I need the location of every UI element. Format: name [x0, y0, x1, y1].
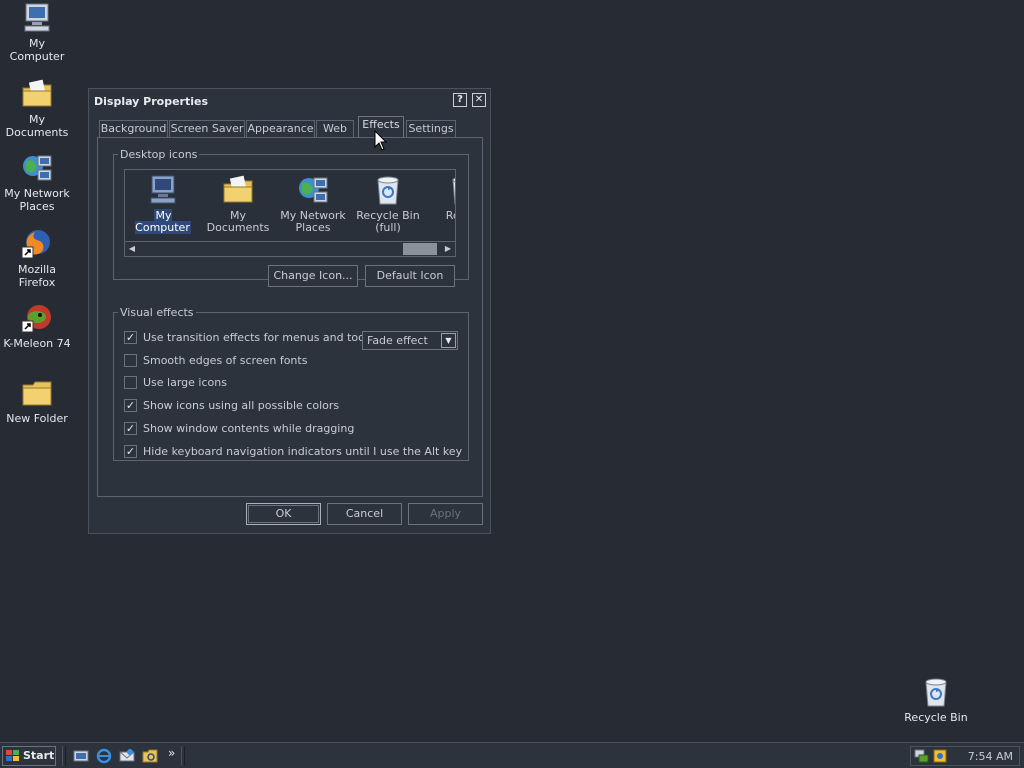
- hide-indicators-checkbox[interactable]: ✓: [124, 445, 137, 458]
- list-item-recycle-bin-full[interactable]: Recycle Bin (full): [350, 174, 426, 234]
- display-properties-dialog: Display Properties ? ✕ Background Screen…: [88, 88, 491, 534]
- apply-button[interactable]: Apply: [408, 503, 483, 525]
- folder-documents-icon: [222, 174, 254, 206]
- help-button[interactable]: ?: [453, 93, 467, 107]
- list-item-label: My Documents: [206, 209, 270, 234]
- quick-launch-overflow-icon[interactable]: »: [168, 746, 175, 760]
- desktop-icon-label: My Computer: [9, 37, 65, 63]
- desktop-icon-new-folder[interactable]: New Folder: [0, 377, 74, 425]
- list-item-label: Recycle Bin (full): [356, 209, 420, 234]
- tab-settings[interactable]: Settings: [406, 120, 456, 138]
- start-button[interactable]: Start: [2, 746, 56, 766]
- option-label: Show icons using all possible colors: [143, 399, 340, 412]
- tab-web[interactable]: Web: [316, 120, 354, 138]
- large-icons-checkbox[interactable]: [124, 376, 137, 389]
- security-tray-icon[interactable]: [932, 748, 948, 764]
- recycle-bin-empty-icon: [447, 174, 455, 206]
- mouse-cursor-icon: [374, 130, 388, 151]
- desktop-icon-label: My Documents: [5, 113, 69, 139]
- desktop-icon-my-documents[interactable]: My Documents: [0, 78, 74, 139]
- scroll-left-icon[interactable]: ◀: [125, 242, 139, 256]
- tab-screen-saver[interactable]: Screen Saver: [169, 120, 245, 138]
- outlook-express-icon[interactable]: [119, 748, 135, 764]
- kmeleon-icon: [21, 302, 53, 334]
- transition-effects-checkbox[interactable]: ✓: [124, 331, 137, 344]
- computer-icon: [147, 174, 179, 206]
- dialog-titlebar[interactable]: Display Properties ? ✕: [91, 91, 488, 111]
- desktop-icon-label: My Network Places: [4, 187, 70, 213]
- scroll-right-icon[interactable]: ▶: [441, 242, 455, 256]
- show-desktop-icon[interactable]: [73, 748, 89, 764]
- network-places-icon: [21, 152, 53, 184]
- list-item-label: My Network Places: [280, 209, 346, 234]
- desktop-icons-legend: Desktop icons: [120, 148, 198, 161]
- icon-list-scrollbar[interactable]: ◀ ▶: [125, 241, 455, 256]
- desktop-icon-label: Recycle Bin: [904, 711, 968, 724]
- explorer-icon[interactable]: [142, 748, 158, 764]
- desktop-icon-list[interactable]: My Computer My Documents My Network Plac…: [124, 169, 456, 257]
- ok-button[interactable]: OK: [246, 503, 321, 525]
- list-item-my-network-places[interactable]: My Network Places: [275, 174, 351, 234]
- option-label: Hide keyboard navigation indicators unti…: [143, 445, 463, 458]
- windows-logo-icon: [6, 750, 20, 762]
- system-tray: 7:54 AM: [910, 746, 1020, 766]
- change-icon-button[interactable]: Change Icon...: [268, 265, 358, 287]
- desktop-icons-group: Desktop icons My Computer My Documents M…: [113, 148, 469, 287]
- desktop-icon-k-meleon[interactable]: K-Meleon 74: [0, 302, 74, 350]
- network-tray-icon[interactable]: [914, 748, 930, 764]
- desktop-icon-recycle-bin[interactable]: Recycle Bin: [899, 676, 973, 724]
- option-label: Use large icons: [143, 376, 227, 389]
- all-colors-checkbox[interactable]: ✓: [124, 399, 137, 412]
- taskbar: Start » 7:54 AM: [0, 742, 1024, 768]
- tab-background[interactable]: Background: [99, 120, 168, 138]
- close-button[interactable]: ✕: [472, 93, 486, 107]
- option-label: Show window contents while dragging: [143, 422, 355, 435]
- window-contents-checkbox[interactable]: ✓: [124, 422, 137, 435]
- default-icon-button[interactable]: Default Icon: [365, 265, 455, 287]
- desktop-icon-label: Mozilla Firefox: [18, 263, 56, 289]
- desktop-icon-my-network-places[interactable]: My Network Places: [0, 152, 74, 213]
- internet-explorer-icon[interactable]: [96, 748, 112, 764]
- list-item-my-documents[interactable]: My Documents: [200, 174, 276, 234]
- list-item-recycle-bin-empty[interactable]: Rec (e: [425, 174, 455, 222]
- dialog-title: Display Properties: [94, 95, 209, 108]
- network-places-icon: [297, 174, 329, 206]
- desktop-icon-my-computer[interactable]: My Computer: [0, 2, 74, 63]
- select-value: Fade effect: [367, 334, 428, 347]
- smooth-edges-checkbox[interactable]: [124, 354, 137, 367]
- taskbar-separator: [62, 746, 66, 766]
- start-label: Start: [23, 749, 55, 762]
- effects-panel: Desktop icons My Computer My Documents M…: [97, 137, 483, 497]
- list-item-label: Rec (e: [445, 209, 455, 222]
- tab-appearance[interactable]: Appearance: [246, 120, 315, 138]
- recycle-bin-icon: [920, 676, 952, 708]
- desktop-icon-label: New Folder: [6, 412, 68, 425]
- recycle-bin-full-icon: [372, 174, 404, 206]
- transition-effect-select[interactable]: Fade effect ▼: [362, 331, 458, 350]
- option-label: Smooth edges of screen fonts: [143, 354, 308, 367]
- cancel-button[interactable]: Cancel: [327, 503, 402, 525]
- clock[interactable]: 7:54 AM: [968, 750, 1013, 763]
- visual-effects-group: Visual effects ✓ Use transition effects …: [113, 306, 469, 461]
- option-label: Use transition effects for menus and too…: [143, 331, 389, 344]
- computer-icon: [21, 2, 53, 34]
- list-item-label: My Computer: [135, 209, 191, 234]
- folder-icon: [21, 377, 53, 409]
- desktop-icon-mozilla-firefox[interactable]: Mozilla Firefox: [0, 228, 74, 289]
- desktop-icon-label: K-Meleon 74: [3, 337, 71, 350]
- list-item-my-computer[interactable]: My Computer: [125, 174, 201, 234]
- visual-effects-legend: Visual effects: [120, 306, 194, 319]
- scroll-thumb[interactable]: [403, 243, 437, 255]
- chevron-down-icon[interactable]: ▼: [441, 333, 456, 348]
- firefox-icon: [21, 228, 53, 260]
- taskbar-separator: [181, 746, 185, 766]
- folder-documents-icon: [21, 78, 53, 110]
